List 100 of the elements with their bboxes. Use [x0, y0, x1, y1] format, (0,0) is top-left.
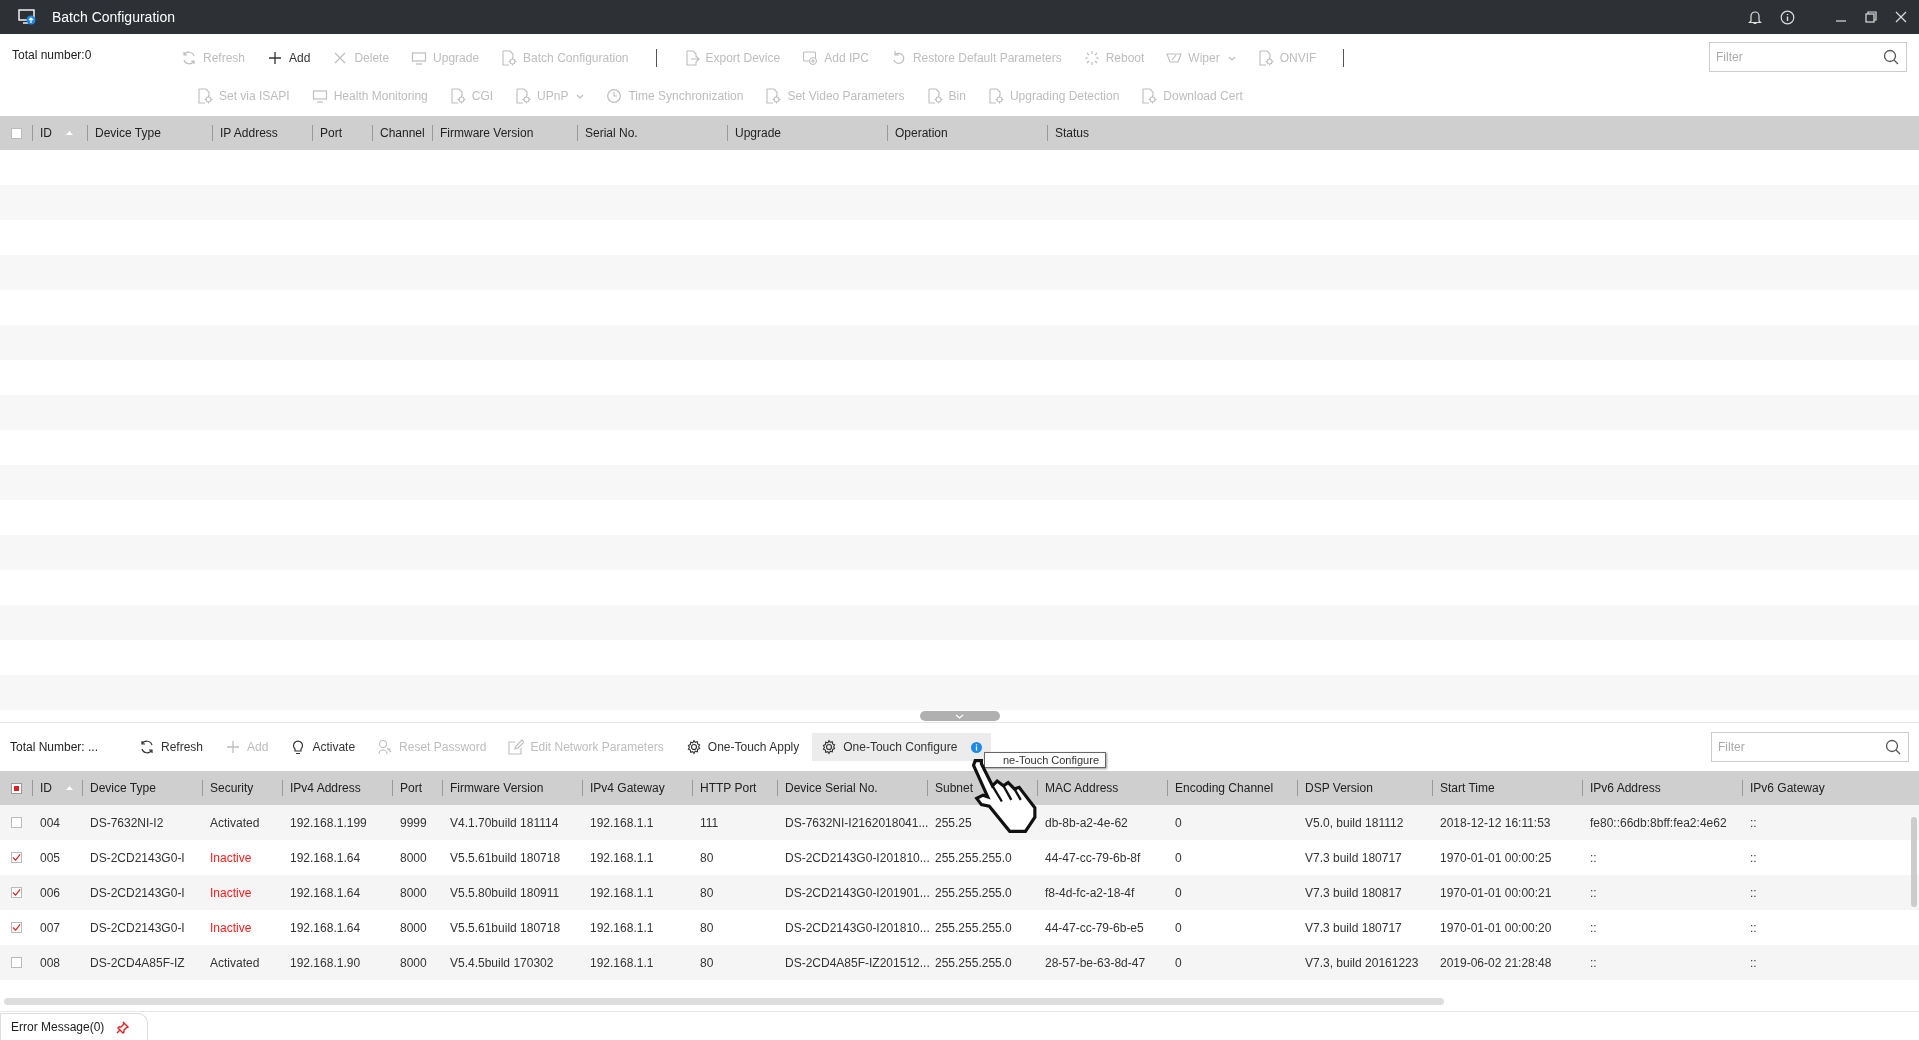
table-cell: V5.0, build 181112	[1305, 815, 1404, 830]
column-header[interactable]: Firmware Version	[440, 126, 534, 140]
column-header[interactable]: ID	[40, 126, 52, 140]
close-icon[interactable]	[1895, 11, 1907, 23]
column-header[interactable]: Security	[210, 781, 254, 795]
column-header[interactable]: ID	[40, 781, 52, 795]
table-cell: DS-2CD2143G0-I201810...	[785, 850, 930, 865]
column-header[interactable]: IPv6 Address	[1590, 781, 1661, 795]
collapse-handle[interactable]	[919, 711, 1000, 721]
table-cell: 44-47-cc-79-6b-8f	[1045, 850, 1141, 865]
table-cell: 9999	[400, 815, 427, 830]
select-all-checkbox[interactable]	[10, 782, 22, 794]
column-header[interactable]: Device Type	[95, 126, 161, 140]
filter-field[interactable]: Filter	[1711, 732, 1909, 762]
document-gear-icon	[926, 88, 943, 104]
table-cell: V4.1.70build 181114	[450, 815, 559, 830]
select-all-checkbox[interactable]	[10, 127, 22, 139]
table-cell: 80	[700, 955, 714, 970]
scrollbar-thumb[interactable]	[4, 998, 1444, 1005]
table-cell: DS-2CD2143G0-I201810...	[785, 920, 930, 935]
table-cell: Inactive	[210, 850, 252, 865]
table-cell: 255.25	[935, 815, 972, 830]
column-header[interactable]: MAC Address	[1045, 781, 1119, 795]
table-cell: V7.3 build 180717	[1305, 920, 1402, 935]
row-checkbox[interactable]	[10, 922, 22, 933]
table-cell: DS-2CD2143G0-I	[90, 885, 185, 900]
bell-icon[interactable]	[1748, 9, 1762, 25]
table-cell: V5.4.5build 170302	[450, 955, 554, 970]
plus-icon	[267, 50, 284, 66]
clock-icon	[606, 88, 623, 104]
search-icon	[1883, 49, 1899, 65]
column-header[interactable]: Start Time	[1440, 781, 1495, 795]
edit-icon	[508, 739, 525, 755]
column-header[interactable]: Upgrade	[735, 126, 782, 140]
row-checkbox[interactable]	[10, 887, 22, 898]
column-header[interactable]: Device Type	[90, 781, 156, 795]
toolbar-button[interactable]: Refresh	[130, 733, 213, 761]
table-cell: 1970-01-01 00:00:21	[1440, 885, 1552, 900]
filter-field[interactable]: Filter	[1709, 42, 1907, 72]
toolbar-button[interactable]: Add	[258, 46, 320, 70]
column-header[interactable]: Port	[320, 126, 342, 140]
table-cell: ::	[1750, 815, 1757, 830]
table-cell: 192.168.1.1	[590, 885, 654, 900]
column-header[interactable]: Channel	[380, 126, 425, 140]
column-header[interactable]: DSP Version	[1305, 781, 1373, 795]
tooltip: ne-Touch Configure	[984, 752, 1106, 768]
table-cell: 2019-06-02 21:28:48	[1440, 955, 1552, 970]
table-cell: 192.168.1.64	[290, 850, 361, 865]
column-header[interactable]: Encoding Channel	[1175, 781, 1274, 795]
monitor-upload-icon	[18, 9, 36, 25]
document-gear-icon	[1257, 50, 1274, 66]
column-header[interactable]: Subnet	[935, 781, 974, 795]
table-cell: 192.168.1.199	[290, 815, 367, 830]
column-header[interactable]: Firmware Version	[450, 781, 544, 795]
table-cell: DS-2CD4A85F-IZ201512...	[785, 955, 930, 970]
row-checkbox[interactable]	[10, 957, 22, 968]
info-icon[interactable]	[1780, 9, 1795, 25]
table-cell: 28-57-be-63-8d-47	[1045, 955, 1146, 970]
toolbar-button[interactable]: One-Touch Configure	[812, 733, 992, 761]
column-header[interactable]: IP Address	[220, 126, 278, 140]
pin-icon	[116, 1020, 130, 1034]
column-header[interactable]: Status	[1055, 126, 1090, 140]
table-cell: ::	[1590, 885, 1597, 900]
column-header[interactable]: Port	[400, 781, 422, 795]
table-cell: 8000	[400, 955, 427, 970]
monitor-icon	[411, 50, 428, 66]
table-cell: 007	[40, 920, 61, 935]
column-header[interactable]: Operation	[895, 126, 948, 140]
table-cell: ::	[1590, 920, 1597, 935]
table-cell: 0	[1175, 815, 1182, 830]
document-gear-icon	[197, 88, 213, 104]
table-cell: f8-4d-fc-a2-18-4f	[1045, 885, 1135, 900]
error-message-tab[interactable]: Error Message(0)	[0, 1013, 149, 1040]
column-header[interactable]: Serial No.	[585, 126, 638, 140]
table-cell: 8000	[400, 920, 427, 935]
caret-icon	[576, 93, 585, 99]
export-icon	[683, 50, 700, 66]
row-checkbox[interactable]	[10, 817, 22, 828]
column-header[interactable]: IPv4 Gateway	[590, 781, 665, 795]
sort-arrow-icon	[66, 786, 73, 790]
table-cell: V5.5.61build 180718	[450, 850, 561, 865]
table-cell: 0	[1175, 885, 1182, 900]
table-cell: 0	[1175, 850, 1182, 865]
table-cell: 111	[700, 815, 719, 830]
column-header[interactable]: Device Serial No.	[785, 781, 878, 795]
camera-plus-icon	[802, 50, 819, 66]
wiper-icon	[1166, 50, 1183, 66]
table-cell: ::	[1590, 850, 1597, 865]
restore-icon[interactable]	[1865, 11, 1877, 23]
column-header[interactable]: IPv6 Gateway	[1750, 781, 1825, 795]
table-cell: Activated	[210, 955, 260, 970]
sort-arrow-icon	[66, 131, 73, 135]
toolbar-button[interactable]: Activate	[281, 733, 365, 761]
scrollbar-thumb[interactable]	[1911, 817, 1917, 907]
row-checkbox[interactable]	[10, 852, 22, 863]
column-header[interactable]: IPv4 Address	[290, 781, 361, 795]
caret-icon	[1227, 55, 1236, 61]
column-header[interactable]: HTTP Port	[700, 781, 757, 795]
toolbar-button[interactable]: One-Touch Apply	[676, 733, 809, 761]
search-icon	[1885, 739, 1901, 755]
